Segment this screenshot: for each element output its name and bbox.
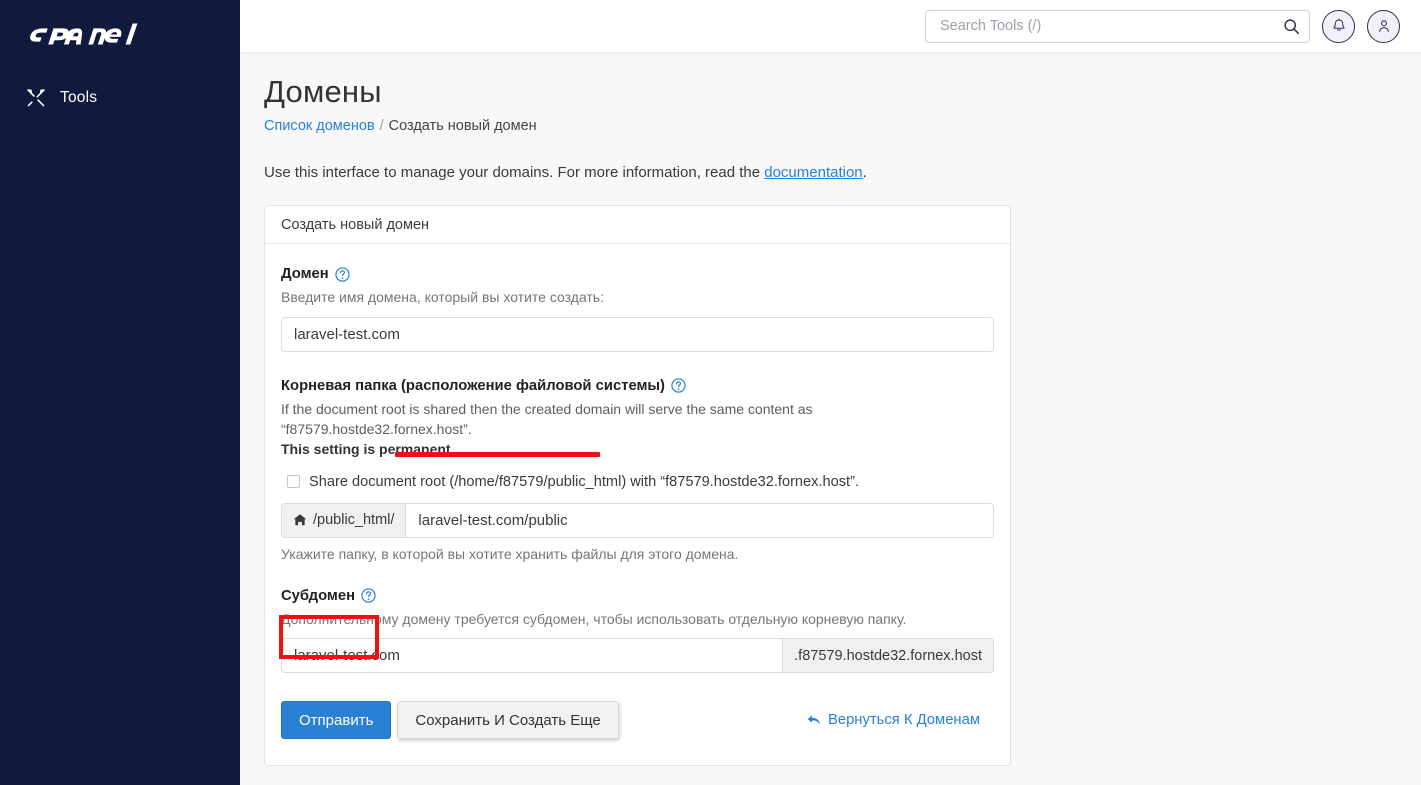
document-root-label-text: Корневая папка (расположение файловой си… bbox=[281, 377, 665, 394]
cpanel-logo-icon bbox=[30, 23, 138, 45]
bell-icon bbox=[1332, 18, 1345, 31]
document-root-prefix-text: /public_html/ bbox=[313, 512, 395, 528]
subdomain-hint: Дополнительному домену требуется субдоме… bbox=[281, 610, 907, 627]
sidebar-item-tools[interactable]: Tools bbox=[0, 80, 240, 116]
user-account-button[interactable] bbox=[1367, 9, 1400, 43]
tools-icon bbox=[27, 89, 45, 107]
documentation-link[interactable]: documentation bbox=[764, 164, 862, 181]
search-icon[interactable] bbox=[1283, 18, 1300, 35]
subdomain-input-group[interactable]: .f87579.hostde32.fornex.host bbox=[281, 638, 994, 674]
user-icon bbox=[1378, 20, 1389, 32]
intro-text-after: . bbox=[862, 164, 867, 181]
domain-label-text: Домен bbox=[281, 266, 329, 282]
subdomain-suffix-text: .f87579.hostde32.fornex.host bbox=[794, 647, 982, 664]
back-to-domains-label: Вернуться К Доменам bbox=[827, 712, 980, 729]
cpanel-logo[interactable] bbox=[0, 0, 240, 62]
intro-text-before: Use this interface to manage your domain… bbox=[264, 164, 765, 181]
panel-body: Домен Введите имя домена, который вы хот… bbox=[265, 244, 1010, 765]
panel-heading: Создать новый домен bbox=[265, 206, 1010, 244]
domain-field-hint: Введите имя домена, который вы хотите со… bbox=[281, 289, 604, 305]
notifications-button[interactable] bbox=[1322, 9, 1355, 43]
search-input[interactable] bbox=[938, 10, 1283, 42]
back-arrow-icon bbox=[807, 715, 820, 725]
share-document-root-checkbox[interactable] bbox=[287, 475, 300, 488]
share-document-root-row[interactable]: Share document root (/home/f87579/public… bbox=[287, 474, 994, 490]
back-to-domains-link[interactable]: Вернуться К Доменам bbox=[807, 712, 994, 728]
form-actions: Отправить Сохранить И Создать Еще Вернут… bbox=[281, 701, 994, 740]
intro-text: Use this interface to manage your domain… bbox=[264, 164, 1421, 181]
subdomain-input[interactable] bbox=[282, 639, 783, 673]
sidebar-nav: Tools bbox=[0, 80, 240, 116]
submit-button[interactable]: Отправить bbox=[281, 701, 392, 740]
document-root-hint-text: If the document root is shared then the … bbox=[281, 400, 813, 437]
help-circle-icon[interactable] bbox=[671, 378, 686, 394]
domain-input[interactable] bbox=[281, 316, 994, 352]
annotation-underline-document-root bbox=[395, 452, 600, 457]
help-circle-icon[interactable] bbox=[335, 266, 350, 282]
page-title: Домены bbox=[264, 74, 382, 109]
save-and-create-another-button[interactable]: Сохранить И Создать Еще bbox=[397, 701, 619, 740]
home-icon bbox=[293, 514, 307, 526]
document-root-input-group[interactable]: /public_html/ bbox=[281, 502, 994, 538]
document-root-input[interactable] bbox=[406, 503, 993, 537]
app-root: Tools Search Tools (/) Домены Список дом… bbox=[0, 0, 1421, 785]
sidebar: Tools bbox=[0, 0, 240, 785]
share-document-root-label[interactable]: Share document root (/home/f87579/public… bbox=[309, 474, 859, 490]
breadcrumb-link-domain-list[interactable]: Список доменов bbox=[264, 118, 375, 134]
subdomain-field-label: Субдомен bbox=[281, 588, 994, 604]
subdomain-suffix-addon: .f87579.hostde32.fornex.host bbox=[782, 639, 993, 673]
page-content: Домены Список доменов / Создать новый доме… bbox=[240, 52, 1421, 785]
document-root-hint: If the document root is shared then the … bbox=[281, 400, 994, 460]
breadcrumb-current: Создать новый домен bbox=[388, 118, 537, 134]
help-circle-icon[interactable] bbox=[361, 588, 376, 603]
subdomain-label-text: Субдомен bbox=[281, 587, 356, 604]
main-area: Домены Список доменов/Создать новый доме… bbox=[240, 0, 1421, 785]
search-tools-box[interactable] bbox=[925, 9, 1310, 43]
breadcrumb: Список доменов / Создать новый домен bbox=[264, 118, 1421, 134]
sidebar-item-tools-label: Tools bbox=[60, 89, 98, 106]
create-domain-panel: Создать новый домен Домен Введите имя до… bbox=[264, 205, 1011, 767]
breadcrumb-separator: / bbox=[379, 118, 384, 134]
domain-field-label: Домен bbox=[281, 266, 994, 282]
top-header-bar bbox=[240, 0, 1421, 52]
document-root-field-label: Корневая папка (расположение файловой си… bbox=[281, 378, 994, 394]
document-root-prefix-addon: /public_html/ bbox=[282, 503, 407, 537]
document-root-sub-hint: Укажите папку, в которой вы хотите храни… bbox=[281, 545, 739, 562]
